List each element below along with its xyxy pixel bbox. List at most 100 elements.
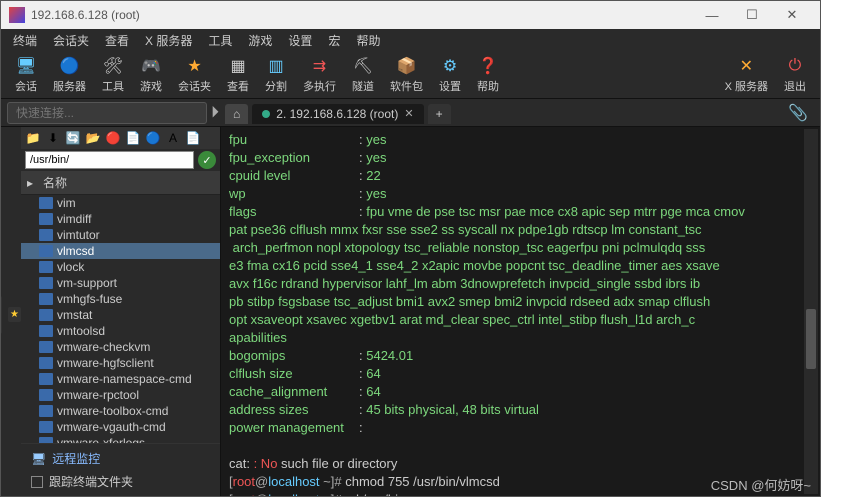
file-icon bbox=[39, 373, 53, 385]
menu-item[interactable]: 帮助 bbox=[350, 30, 386, 51]
工具-button[interactable]: 🛠工具 bbox=[94, 54, 132, 96]
menu-item[interactable]: 终端 bbox=[7, 30, 43, 51]
file-row[interactable]: vlock bbox=[21, 259, 220, 275]
menu-item[interactable]: 游戏 bbox=[242, 30, 278, 51]
menu-item[interactable]: X 服务器 bbox=[139, 30, 198, 51]
sftp-tool-6[interactable]: 🔵 bbox=[145, 130, 161, 146]
menu-item[interactable]: 宏 bbox=[322, 30, 346, 51]
工具-icon: 🛠 bbox=[103, 56, 123, 76]
游戏-button[interactable]: 🎮游戏 bbox=[132, 54, 170, 96]
tab-close-icon[interactable]: ✕ bbox=[404, 107, 413, 120]
会话-button[interactable]: 🖥会话 bbox=[7, 54, 45, 96]
menu-item[interactable]: 工具 bbox=[202, 30, 238, 51]
sftp-tool-7[interactable]: A bbox=[165, 130, 181, 146]
sftp-tool-1[interactable]: ⬇ bbox=[45, 130, 61, 146]
new-tab-button[interactable]: + bbox=[428, 104, 451, 124]
file-icon bbox=[39, 341, 53, 353]
search-icon[interactable]: ⏵ bbox=[211, 104, 219, 122]
sftp-panel: 📁⬇🔄📂🔴📄🔵A📄 ✓ ▸ 名称 vimvimdiffvimtutorvlmcs… bbox=[21, 127, 221, 496]
会话夹-button[interactable]: ★会话夹 bbox=[170, 54, 219, 96]
sftp-tool-3[interactable]: 📂 bbox=[85, 130, 101, 146]
session-tab[interactable]: 2. 192.168.6.128 (root) ✕ bbox=[252, 104, 423, 124]
查看-button[interactable]: ▦查看 bbox=[219, 54, 257, 96]
sftp-tool-5[interactable]: 📄 bbox=[125, 130, 141, 146]
隧道-icon: ⛏ bbox=[353, 56, 373, 76]
watermark: CSDN @何妨呀~ bbox=[711, 475, 811, 494]
file-row[interactable]: vmware-namespace-cmd bbox=[21, 371, 220, 387]
file-icon bbox=[39, 405, 53, 417]
menu-item[interactable]: 查看 bbox=[99, 30, 135, 51]
xserver-button[interactable]: ✕ X 服务器 bbox=[717, 54, 776, 96]
file-row[interactable]: vmware-toolbox-cmd bbox=[21, 403, 220, 419]
file-row[interactable]: vmware-rpctool bbox=[21, 387, 220, 403]
home-icon: ⌂ bbox=[233, 107, 240, 121]
file-header[interactable]: ▸ 名称 bbox=[21, 171, 220, 195]
exit-icon: ⏻ bbox=[785, 56, 805, 76]
maximize-button[interactable]: ☐ bbox=[732, 2, 772, 28]
file-row[interactable]: vm-support bbox=[21, 275, 220, 291]
file-row[interactable]: vmware-checkvm bbox=[21, 339, 220, 355]
服务器-icon: 🔵 bbox=[60, 56, 80, 76]
隧道-button[interactable]: ⛏隧道 bbox=[344, 54, 382, 96]
xserver-icon: ✕ bbox=[736, 56, 756, 76]
attach-icon[interactable]: 📎 bbox=[788, 103, 808, 123]
close-button[interactable]: ✕ bbox=[772, 2, 812, 28]
file-row[interactable]: vmware-vgauth-cmd bbox=[21, 419, 220, 435]
path-ok-icon[interactable]: ✓ bbox=[198, 151, 216, 169]
remote-monitor-link[interactable]: 🖥 远程监控 bbox=[31, 450, 210, 467]
side-tab-0[interactable]: 会话夹 bbox=[1, 296, 2, 334]
file-row[interactable]: vlmcsd bbox=[21, 243, 220, 259]
file-row[interactable]: vim bbox=[21, 195, 220, 211]
帮助-button[interactable]: ❓帮助 bbox=[469, 54, 507, 96]
menu-item[interactable]: 设置 bbox=[282, 30, 318, 51]
会话-icon: 🖥 bbox=[16, 56, 36, 76]
file-row[interactable]: vimdiff bbox=[21, 211, 220, 227]
path-input[interactable] bbox=[25, 151, 194, 169]
分割-button[interactable]: ▥分割 bbox=[257, 54, 295, 96]
remote-monitor-label: 远程监控 bbox=[52, 450, 100, 467]
vertical-tabs: ★ 会话夹工具Sftp bbox=[1, 127, 21, 496]
file-icon bbox=[39, 213, 53, 225]
file-list: ▸ 名称 vimvimdiffvimtutorvlmcsdvlockvm-sup… bbox=[21, 171, 220, 443]
exit-label: 退出 bbox=[784, 78, 806, 94]
sftp-tool-4[interactable]: 🔴 bbox=[105, 130, 121, 146]
file-icon bbox=[39, 389, 53, 401]
file-icon bbox=[39, 197, 53, 209]
minimize-button[interactable]: — bbox=[692, 2, 732, 28]
menu-item[interactable]: 会话夹 bbox=[47, 30, 95, 51]
exit-button[interactable]: ⏻ 退出 bbox=[776, 54, 814, 96]
sftp-tool-0[interactable]: 📁 bbox=[25, 130, 41, 146]
file-row[interactable]: vmhgfs-fuse bbox=[21, 291, 220, 307]
file-icon bbox=[39, 293, 53, 305]
设置-icon: ⚙ bbox=[440, 56, 460, 76]
home-tab[interactable]: ⌂ bbox=[225, 104, 248, 124]
查看-icon: ▦ bbox=[228, 56, 248, 76]
file-icon bbox=[39, 325, 53, 337]
app-icon bbox=[9, 7, 25, 23]
monitor-icon: 🖥 bbox=[31, 452, 46, 466]
scrollbar[interactable] bbox=[804, 129, 818, 494]
会话夹-icon: ★ bbox=[185, 56, 205, 76]
follow-terminal-label: 跟踪终端文件夹 bbox=[49, 473, 133, 490]
设置-button[interactable]: ⚙设置 bbox=[431, 54, 469, 96]
file-icon bbox=[39, 245, 53, 257]
window-titlebar: 192.168.6.128 (root) — ☐ ✕ bbox=[1, 1, 820, 29]
file-row[interactable]: vmtoolsd bbox=[21, 323, 220, 339]
file-row[interactable]: vmware-xferlogs bbox=[21, 435, 220, 443]
sftp-tool-2[interactable]: 🔄 bbox=[65, 130, 81, 146]
多执行-button[interactable]: ⇉多执行 bbox=[295, 54, 344, 96]
file-row[interactable]: vimtutor bbox=[21, 227, 220, 243]
terminal[interactable]: fpu : yesfpu_exception : yescpuid level … bbox=[221, 127, 820, 496]
checkbox-icon bbox=[31, 476, 43, 488]
file-row[interactable]: vmware-hgfsclient bbox=[21, 355, 220, 371]
quick-connect-input[interactable] bbox=[7, 102, 207, 124]
软件包-button[interactable]: 📦软件包 bbox=[382, 54, 431, 96]
sftp-tool-8[interactable]: 📄 bbox=[185, 130, 201, 146]
follow-terminal-checkbox[interactable]: 跟踪终端文件夹 bbox=[31, 473, 210, 490]
file-row[interactable]: vmstat bbox=[21, 307, 220, 323]
file-icon bbox=[39, 309, 53, 321]
star-tab[interactable]: ★ bbox=[8, 307, 21, 322]
帮助-icon: ❓ bbox=[478, 56, 498, 76]
scroll-thumb[interactable] bbox=[806, 309, 816, 369]
服务器-button[interactable]: 🔵服务器 bbox=[45, 54, 94, 96]
